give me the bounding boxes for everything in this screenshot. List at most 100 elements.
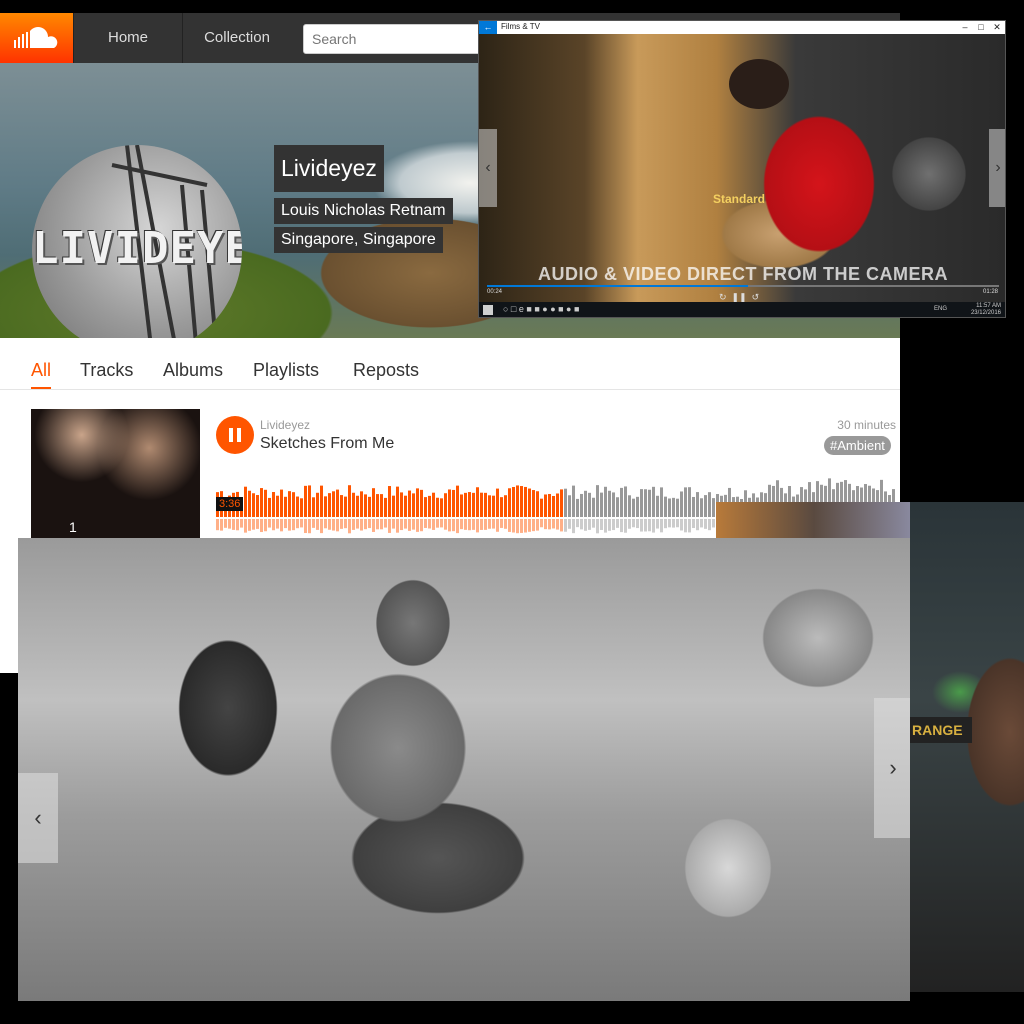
genre-tag[interactable]: #Ambient <box>824 436 891 455</box>
waveform-bar <box>444 493 447 517</box>
nav-home[interactable]: Home <box>73 13 182 63</box>
waveform-reflection <box>280 519 283 532</box>
pause-icon-bar <box>237 428 241 442</box>
track-artwork[interactable]: 1 <box>31 409 200 539</box>
waveform-bar <box>588 492 591 517</box>
waveform-bar <box>336 489 339 517</box>
waveform-bar <box>500 497 503 517</box>
clock-time: 11:57 AM <box>976 303 1001 309</box>
waveform-reflection <box>444 519 447 530</box>
waveform-bar <box>256 495 259 517</box>
waveform-reflection <box>404 519 407 529</box>
waveform-bar <box>536 491 539 517</box>
waveform-reflection <box>276 519 279 529</box>
waveform-bar <box>660 487 663 517</box>
waveform-bar <box>432 492 435 517</box>
tab-albums[interactable]: Albums <box>163 356 223 389</box>
tab-playlists[interactable]: Playlists <box>253 356 319 389</box>
waveform-bar <box>292 492 295 517</box>
waveform-bar <box>260 488 263 517</box>
waveform-bar <box>516 485 519 517</box>
waveform-reflection <box>412 519 415 530</box>
waveform-bar <box>488 495 491 517</box>
waveform-reflection <box>232 519 235 530</box>
waveform-bar <box>640 489 643 517</box>
waveform-bar <box>684 487 687 517</box>
head-shape <box>729 59 789 109</box>
waveform-reflection <box>216 519 219 531</box>
nav-collection[interactable]: Collection <box>182 13 291 63</box>
waveform-reflection <box>332 519 335 531</box>
waveform-bar <box>400 492 403 517</box>
waveform-bar <box>540 498 543 517</box>
waveform-bar <box>480 492 483 517</box>
taskbar-app-icons[interactable]: ○ □ e ■ ■ ● ● ■ ● ■ <box>503 304 579 314</box>
tab-tracks[interactable]: Tracks <box>80 356 133 389</box>
prev-arrow-icon[interactable]: ‹ <box>479 129 497 207</box>
time-remaining: 01:28 <box>983 289 999 295</box>
avatar-logo-text: LIVIDEYEZ <box>32 223 242 274</box>
video-frame[interactable]: Standard AUDIO & VIDEO DIRECT FROM THE C… <box>479 34 1005 302</box>
waveform-reflection <box>344 519 347 529</box>
search-input[interactable] <box>303 24 503 54</box>
waveform-bar <box>624 486 627 517</box>
close-icon[interactable]: ✕ <box>989 21 1005 34</box>
waveform-reflection <box>456 519 459 534</box>
waveform-bar <box>476 487 479 517</box>
waveform-reflection <box>348 519 351 534</box>
prev-arrow-icon[interactable]: ‹ <box>18 773 58 863</box>
waveform-reflection <box>476 519 479 533</box>
waveform-bar <box>308 485 311 517</box>
waveform-reflection <box>260 519 263 533</box>
pause-button[interactable] <box>216 416 254 454</box>
waveform-reflection <box>340 519 343 529</box>
waveform-bar <box>572 485 575 517</box>
tab-all[interactable]: All <box>31 356 52 389</box>
title-bar: ← Films & TV – □ ✕ <box>479 21 1005 34</box>
tab-reposts[interactable]: Reposts <box>353 356 419 389</box>
waveform-reflection <box>528 519 531 532</box>
waveform-bar <box>596 485 599 517</box>
waveform-reflection <box>464 519 467 530</box>
windows-start-icon[interactable] <box>483 305 493 315</box>
waveform-reflection <box>548 519 551 530</box>
track-title[interactable]: Sketches From Me <box>260 435 394 453</box>
soundcloud-logo[interactable] <box>0 13 73 63</box>
waveform-reflection <box>652 519 655 533</box>
waveform-bar <box>380 494 383 517</box>
waveform-bar <box>512 486 515 517</box>
seek-fill <box>487 285 749 287</box>
waveform-bar <box>688 487 691 517</box>
waveform-bar <box>656 495 659 517</box>
track-artist[interactable]: Livideyez <box>260 418 310 432</box>
waveform-reflection <box>560 519 563 532</box>
language-indicator[interactable]: ENG <box>934 306 947 312</box>
waveform-bar <box>520 486 523 517</box>
waveform-reflection <box>256 519 259 529</box>
maximize-icon[interactable]: □ <box>973 21 989 34</box>
waveform-bar <box>368 496 371 517</box>
waveform-reflection <box>356 519 359 529</box>
waveform-bar <box>616 497 619 517</box>
waveform-bar <box>712 498 715 517</box>
waveform-bar <box>404 495 407 517</box>
waveform-reflection <box>236 519 239 531</box>
waveform-bar <box>268 497 271 517</box>
waveform-reflection <box>676 519 679 528</box>
waveform-bar <box>608 490 611 517</box>
playback-controls[interactable]: ↻ ❚❚ ↺ <box>719 292 759 302</box>
waveform-bar <box>324 496 327 517</box>
waveform-bar <box>620 487 623 517</box>
waveform-reflection <box>300 519 303 528</box>
waveform-bar <box>364 494 367 517</box>
back-arrow-icon[interactable]: ← <box>479 21 497 34</box>
taskbar-clock[interactable]: 11:57 AM 23/12/2016 <box>971 303 1001 317</box>
profile-location: Singapore, Singapore <box>274 227 443 253</box>
waveform-bar <box>328 493 331 517</box>
seek-bar[interactable] <box>487 285 999 287</box>
next-arrow-icon[interactable]: › <box>989 129 1005 207</box>
next-arrow-icon[interactable]: › <box>874 698 912 838</box>
current-time: 3:36 <box>216 497 244 511</box>
minimize-icon[interactable]: – <box>957 21 973 34</box>
waveform-reflection <box>552 519 555 529</box>
